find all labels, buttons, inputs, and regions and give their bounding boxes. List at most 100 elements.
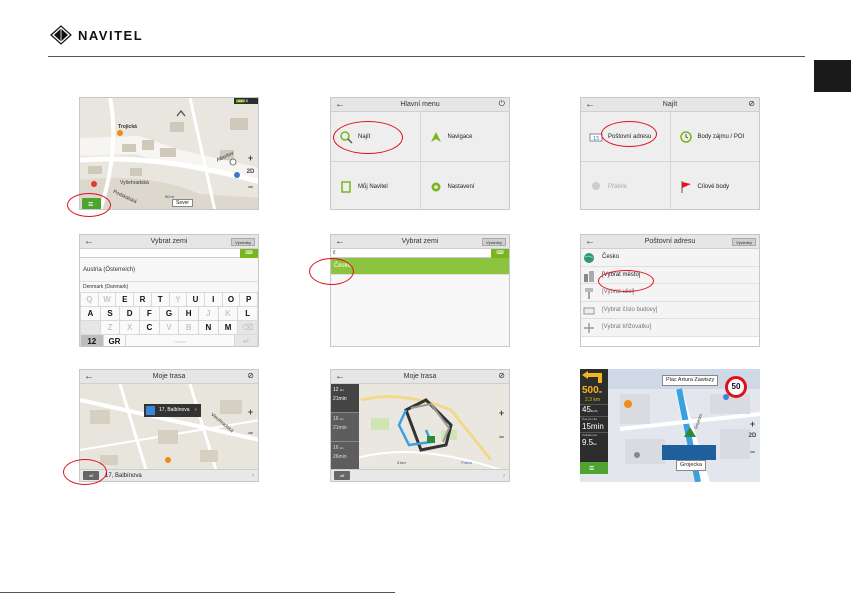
- back-arrow-icon[interactable]: ←: [84, 236, 94, 247]
- zoom-out-icon[interactable]: −: [246, 182, 255, 192]
- satellite-icon[interactable]: ⊘: [748, 99, 755, 108]
- key[interactable]: P: [240, 293, 258, 306]
- zoom-in-icon[interactable]: +: [748, 419, 757, 429]
- screenshot-my-route: ← Moje trasa ⊘ 17, Balbínova › Vinohrads…: [79, 369, 259, 482]
- enter-key[interactable]: ↵: [235, 335, 257, 346]
- route-distance-unit: km: [339, 417, 344, 421]
- route-options-button[interactable]: off: [334, 471, 350, 480]
- menu-item-label: Přátelé: [608, 183, 628, 190]
- key-language[interactable]: GR: [103, 335, 126, 346]
- highlight-route-button: [63, 459, 107, 485]
- key[interactable]: T: [151, 293, 169, 306]
- search-input-value: č: [333, 250, 336, 256]
- title-bar: ← Poštovní adresu Výsledky: [581, 235, 759, 249]
- satellite-icon[interactable]: ⊘: [247, 371, 254, 380]
- view-2d-button[interactable]: 2D: [748, 433, 757, 439]
- highlight-cesko: [309, 258, 354, 285]
- search-input[interactable]: č ⌨: [331, 249, 509, 258]
- title-bar: ← Vybrat zemi Výsledky: [331, 235, 509, 249]
- zoom-out-icon[interactable]: −: [748, 447, 757, 457]
- menu-item-settings[interactable]: Nastavení: [420, 162, 509, 209]
- zoom-in-icon[interactable]: +: [497, 408, 506, 418]
- north-button[interactable]: Sever: [172, 199, 194, 207]
- keyboard-icon[interactable]: ⌨: [491, 249, 509, 258]
- back-arrow-icon[interactable]: ←: [335, 236, 345, 247]
- brand-name: NAVITEL: [78, 27, 144, 43]
- menu-button[interactable]: ≡: [580, 462, 608, 474]
- route-variant-2[interactable]: 16 km 21min: [331, 413, 359, 442]
- key[interactable]: K: [218, 307, 238, 320]
- key[interactable]: U: [187, 293, 204, 306]
- list-item[interactable]: Austria (Österreich): [80, 258, 258, 282]
- building-number-icon: [583, 305, 595, 317]
- key[interactable]: F: [140, 307, 159, 320]
- location-popup[interactable]: 17, Balbínova ›: [144, 404, 201, 417]
- key-numbers[interactable]: 12: [81, 335, 103, 346]
- back-arrow-icon[interactable]: ←: [84, 371, 94, 382]
- back-arrow-icon[interactable]: ←: [585, 236, 595, 247]
- key[interactable]: S: [100, 307, 120, 320]
- screenshot-select-country-keyboard: ← Vybrat zemi Výsledky ⌨ Austria (Österr…: [79, 234, 259, 347]
- key[interactable]: L: [238, 307, 258, 320]
- menu-item-destinations[interactable]: Cílové body: [670, 162, 759, 209]
- menu-item-friends[interactable]: Přátelé: [581, 162, 670, 209]
- results-button[interactable]: Výsledky: [481, 238, 506, 246]
- country-list: ⌨ Austria (Österreich) Denmark (Danmark): [80, 249, 258, 292]
- key[interactable]: D: [120, 307, 140, 320]
- zoom-out-icon[interactable]: −: [246, 428, 255, 438]
- menu-item-navigation[interactable]: Navigace: [420, 112, 509, 161]
- key[interactable]: E: [116, 293, 134, 306]
- results-button[interactable]: Výsledky: [230, 238, 255, 246]
- key[interactable]: Z: [100, 321, 120, 334]
- results-button[interactable]: Výsledky: [731, 238, 756, 246]
- keyboard-icon[interactable]: ⌨: [240, 249, 258, 258]
- route-variant-1[interactable]: 12 km 21min: [331, 384, 359, 413]
- zoom-in-icon[interactable]: +: [246, 153, 255, 163]
- key[interactable]: B: [179, 321, 199, 334]
- back-arrow-icon[interactable]: ←: [335, 99, 345, 110]
- route-destination: 17, Balbínova: [105, 472, 142, 479]
- power-icon[interactable]: ⏻: [499, 99, 505, 109]
- key[interactable]: H: [179, 307, 199, 320]
- chevron-right-icon[interactable]: ›: [503, 473, 505, 479]
- address-building-row[interactable]: [Vybrat číslo budovy]: [581, 301, 759, 319]
- key[interactable]: G: [159, 307, 179, 320]
- address-crossing-row[interactable]: [Vybrat křižovatku]: [581, 319, 759, 337]
- key[interactable]: X: [120, 321, 140, 334]
- back-arrow-icon[interactable]: ←: [585, 99, 595, 110]
- route-variant-3[interactable]: 16 km 26min: [331, 442, 359, 471]
- key[interactable]: W: [98, 293, 116, 306]
- key[interactable]: M: [218, 321, 238, 334]
- list-item-selected[interactable]: Česko: [331, 258, 509, 275]
- zoom-in-icon[interactable]: +: [246, 407, 255, 417]
- key[interactable]: Y: [169, 293, 187, 306]
- key[interactable]: R: [134, 293, 151, 306]
- key[interactable]: I: [204, 293, 222, 306]
- backspace-key[interactable]: ⌫: [238, 321, 258, 334]
- key[interactable]: C: [140, 321, 159, 334]
- next-turn-distance: 500m: [580, 385, 608, 397]
- key[interactable]: N: [199, 321, 218, 334]
- route-time: 21min: [333, 425, 347, 431]
- search-input[interactable]: ⌨: [80, 249, 258, 258]
- key[interactable]: V: [159, 321, 179, 334]
- key[interactable]: O: [222, 293, 240, 306]
- key[interactable]: Q: [81, 293, 98, 306]
- key[interactable]: J: [199, 307, 218, 320]
- satellite-icon[interactable]: ⊘: [498, 371, 505, 380]
- back-arrow-icon[interactable]: ←: [335, 371, 345, 382]
- zoom-out-icon[interactable]: −: [497, 432, 506, 442]
- key-shift[interactable]: [81, 321, 100, 334]
- chevron-right-icon: ›: [194, 407, 197, 413]
- remaining-distance: 9.5km: [580, 438, 608, 449]
- view-2d-button[interactable]: 2D: [246, 169, 255, 175]
- key[interactable]: A: [81, 307, 100, 320]
- address-country-row[interactable]: Česko: [581, 249, 759, 267]
- chevron-right-icon[interactable]: ›: [252, 473, 254, 479]
- list-item[interactable]: Denmark (Danmark): [80, 282, 258, 292]
- menu-item-my-navitel[interactable]: Můj Navitel: [331, 162, 420, 209]
- crossing-icon: [583, 322, 595, 334]
- space-key[interactable]: Hotovo: [126, 335, 235, 346]
- menu-item-label: Můj Navitel: [358, 183, 388, 190]
- menu-item-poi[interactable]: Body zájmu / POI: [670, 112, 759, 161]
